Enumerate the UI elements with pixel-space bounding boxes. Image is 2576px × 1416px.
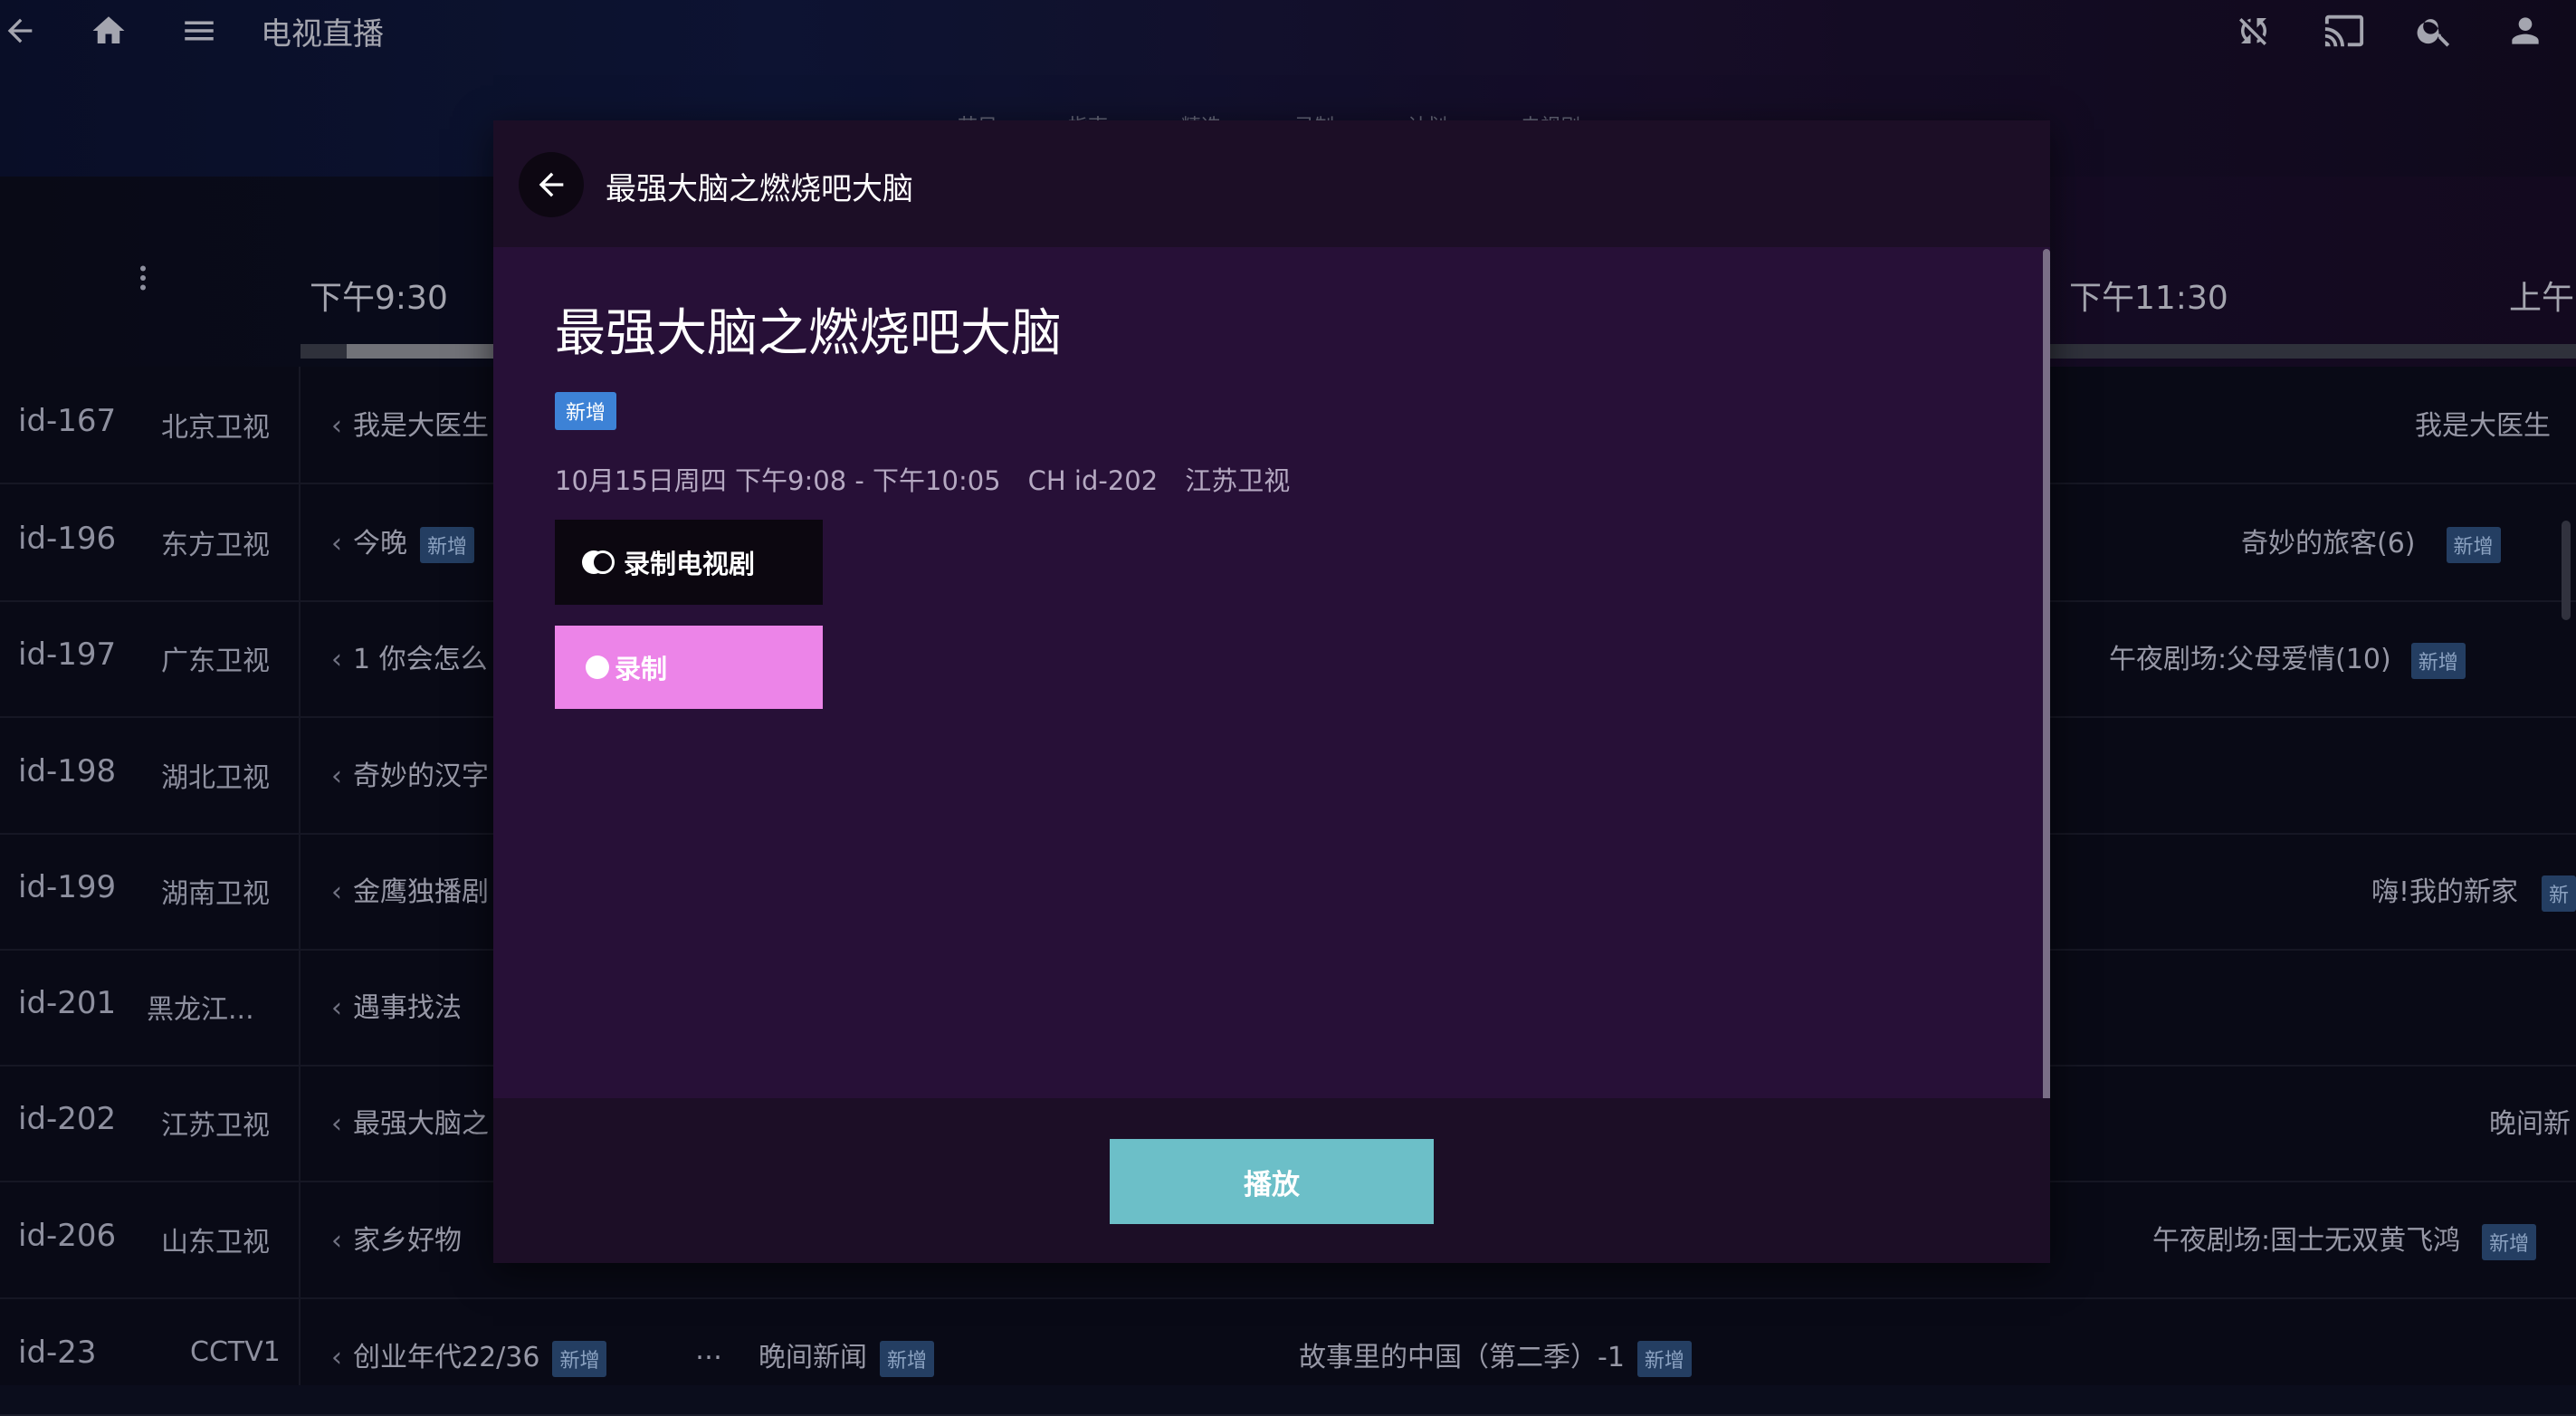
air-time: 10月15日周四 下午9:08 - 下午10:05 bbox=[555, 465, 1001, 496]
record-dot-icon bbox=[586, 655, 609, 679]
program-detail-dialog: 最强大脑之燃烧吧大脑 最强大脑之燃烧吧大脑 新增 10月15日周四 下午9:08… bbox=[493, 120, 2050, 1263]
dialog-scrollbar[interactable] bbox=[2043, 249, 2050, 1143]
new-badge: 新增 bbox=[555, 392, 617, 430]
channel-name: 江苏卫视 bbox=[1185, 465, 1291, 496]
record-series-icon bbox=[582, 549, 618, 576]
back-button[interactable] bbox=[519, 152, 584, 217]
play-button[interactable]: 播放 bbox=[1110, 1139, 1434, 1224]
dialog-header: 最强大脑之燃烧吧大脑 bbox=[493, 120, 2050, 247]
record-series-label: 录制电视剧 bbox=[624, 549, 756, 579]
dialog-header-title: 最强大脑之燃烧吧大脑 bbox=[606, 171, 913, 207]
record-series-button[interactable]: 录制电视剧 bbox=[555, 520, 823, 605]
record-label: 录制 bbox=[615, 654, 668, 684]
play-label: 播放 bbox=[1244, 1168, 1300, 1201]
channel-number: CH id-202 bbox=[1027, 465, 1159, 496]
record-button[interactable]: 录制 bbox=[555, 626, 823, 709]
program-title: 最强大脑之燃烧吧大脑 bbox=[555, 304, 1062, 363]
dialog-footer: 播放 bbox=[493, 1098, 2050, 1263]
arrow-left-icon bbox=[539, 172, 564, 197]
program-meta: 10月15日周四 下午9:08 - 下午10:05 CH id-202 江苏卫视 bbox=[555, 460, 1317, 498]
